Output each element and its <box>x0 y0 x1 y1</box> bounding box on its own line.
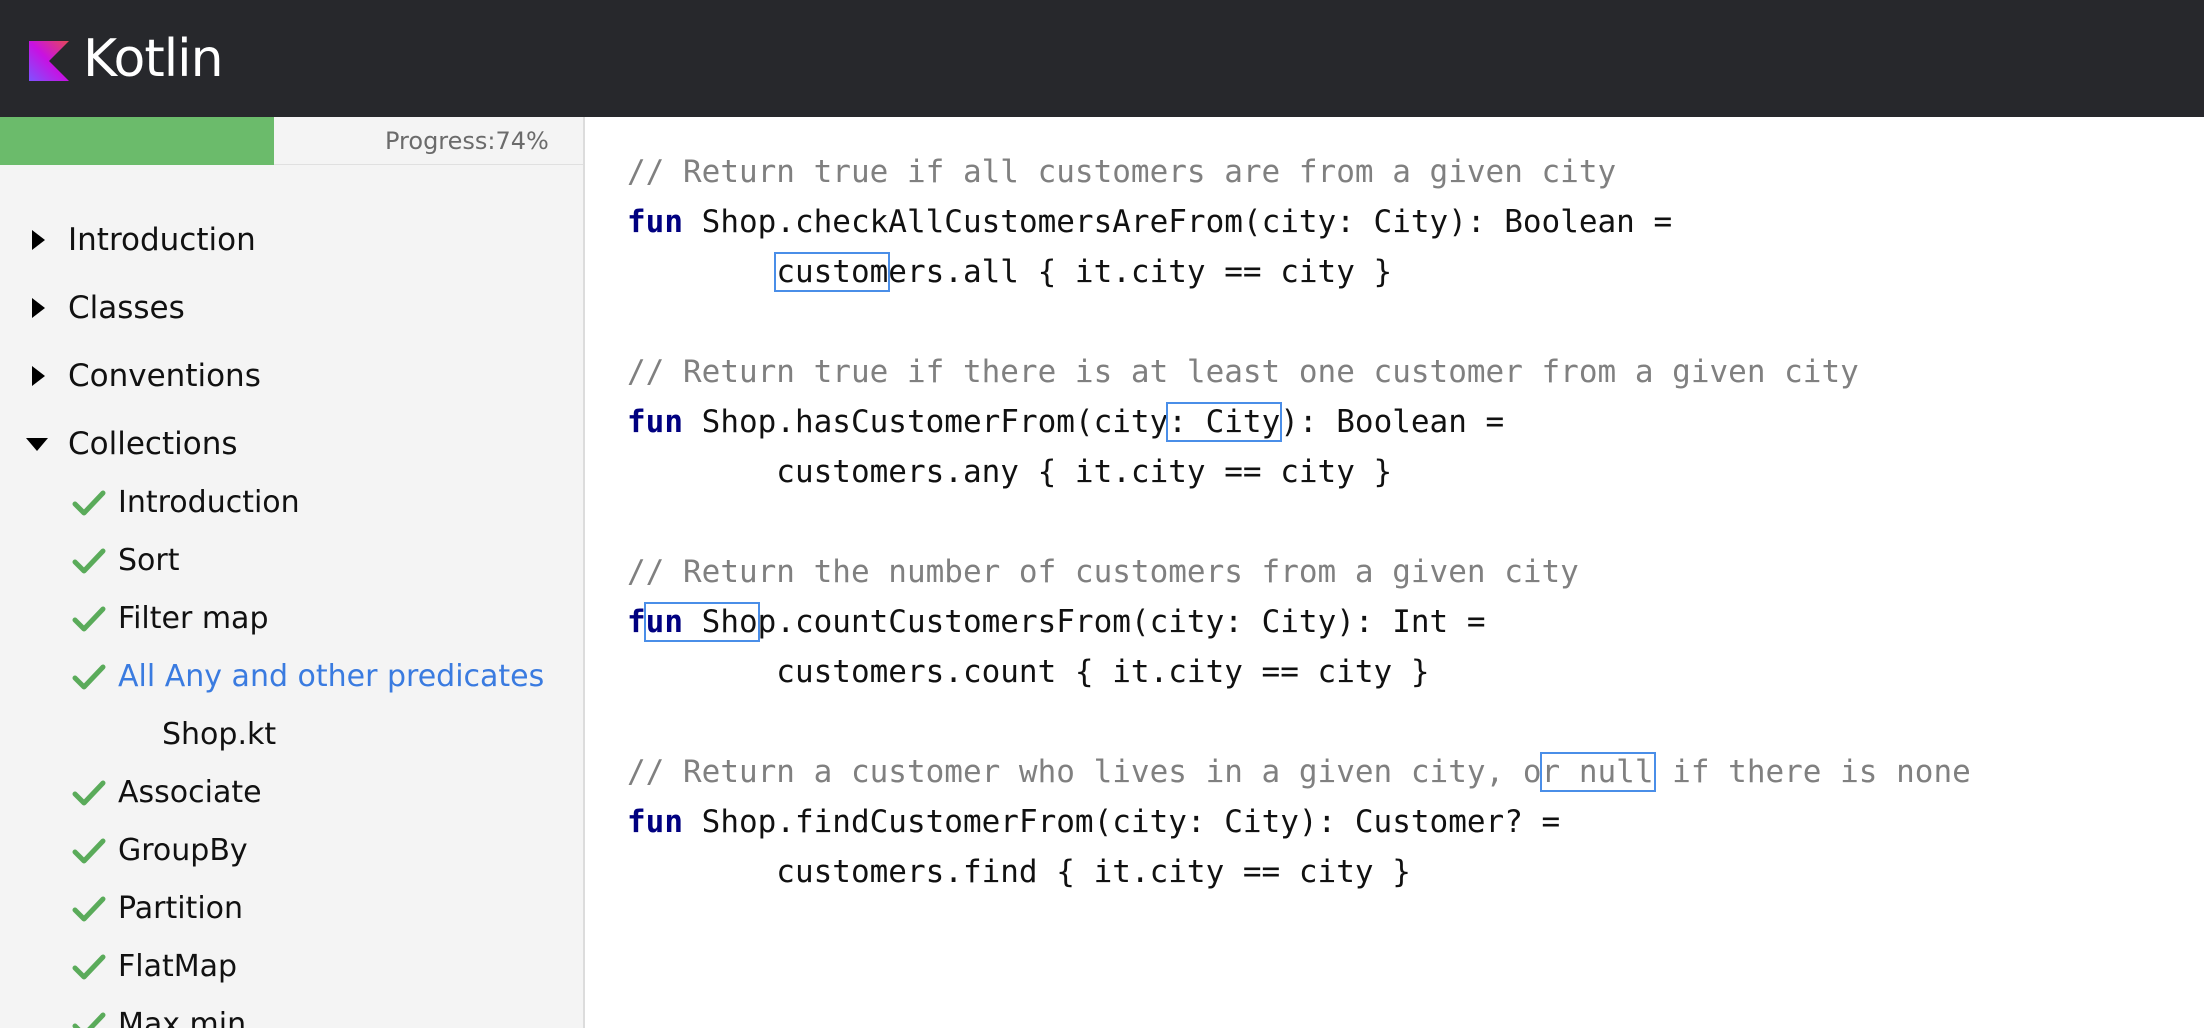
checkmark-icon <box>72 1012 106 1028</box>
code-line: fun Shop.checkAllCustomersAreFrom(city: … <box>627 200 1672 244</box>
highlighted-token[interactable]: r null <box>1539 752 1656 792</box>
code-signature: p.countCustomersFrom(city: City): Int = <box>757 604 1486 640</box>
code-signature: ): Boolean = <box>1280 404 1505 440</box>
code-keyword: fun <box>627 204 683 240</box>
checkmark-icon <box>72 664 106 690</box>
sidebar-item-label: GroupBy <box>118 833 248 868</box>
section-label: Classes <box>68 290 185 326</box>
sidebar-item-filter-map[interactable]: Filter map <box>0 591 583 647</box>
sidebar-file-shop-kt[interactable]: Shop.kt <box>0 707 583 763</box>
sidebar-section-conventions[interactable]: Conventions <box>0 346 583 406</box>
checkmark-icon <box>72 954 106 980</box>
checkmark-icon <box>72 606 106 632</box>
sidebar-item-label: FlatMap <box>118 949 238 984</box>
sidebar-item-partition[interactable]: Partition <box>0 881 583 937</box>
sidebar-item-label: Partition <box>118 891 244 926</box>
sidebar: Progress:74% Introduction Classes Conven… <box>0 117 585 1028</box>
highlighted-token[interactable]: custom <box>774 252 891 292</box>
progress-value: 74% <box>495 127 549 155</box>
code-body: ers.all { it.city == city } <box>888 254 1393 290</box>
code-keyword: fun <box>627 804 683 840</box>
code-line: fun Shop.findCustomerFrom(city: City): C… <box>627 800 1560 844</box>
progress-fill <box>0 117 274 165</box>
section-label: Introduction <box>68 222 256 258</box>
sidebar-item-flatmap[interactable]: FlatMap <box>0 939 583 995</box>
code-line: // Return the number of customers from a… <box>627 550 1579 594</box>
progress-label-text: Progress: <box>385 127 496 155</box>
code-signature: Shop.checkAllCustomersAreFrom(city: City… <box>683 204 1673 240</box>
code-comment: if there is none <box>1653 754 1971 790</box>
sidebar-item-sort[interactable]: Sort <box>0 533 583 589</box>
checkmark-icon <box>72 780 106 806</box>
code-line: customers.find { it.city == city } <box>627 850 1411 894</box>
section-label: Conventions <box>68 358 261 394</box>
code-line: customers.count { it.city == city } <box>627 650 1430 694</box>
code-comment: // Return the number of customers from a… <box>627 554 1579 590</box>
sidebar-item-associate[interactable]: Associate <box>0 765 583 821</box>
code-line: customers.any { it.city == city } <box>627 450 1392 494</box>
sidebar-item-groupby[interactable]: GroupBy <box>0 823 583 879</box>
sidebar-item-label: Max min <box>118 1007 247 1028</box>
brand-name[interactable]: Kotlin <box>83 29 224 89</box>
code-comment: // Return true if there is at least one … <box>627 354 1859 390</box>
code-comment: // Return a customer who lives in a give… <box>627 754 1542 790</box>
sidebar-item-label: Associate <box>118 775 262 810</box>
triangle-down-icon <box>26 437 48 451</box>
triangle-right-icon <box>32 230 45 250</box>
sidebar-item-label: Sort <box>118 543 180 578</box>
code-signature: Shop.hasCustomerFrom(city <box>683 404 1169 440</box>
sidebar-section-collections[interactable]: Collections <box>0 414 583 474</box>
sidebar-item-label: All Any and other predicates <box>118 659 545 694</box>
code-line: fun Shop.hasCustomerFrom(city: City): Bo… <box>627 400 1504 444</box>
checkmark-icon <box>72 490 106 516</box>
sidebar-item-introduction[interactable]: Introduction <box>0 475 583 531</box>
sidebar-section-classes[interactable]: Classes <box>0 278 583 338</box>
code-keyword: fun <box>627 404 683 440</box>
code-line: // Return true if there is at least one … <box>627 350 1859 394</box>
sidebar-item-max-min[interactable]: Max min <box>0 997 583 1028</box>
code-body: customers.any { it.city == city } <box>627 454 1393 490</box>
sidebar-item-label: Filter map <box>118 601 269 636</box>
code-body: customers.find { it.city == city } <box>627 854 1411 890</box>
kotlin-logo-icon[interactable] <box>29 40 69 81</box>
highlighted-token[interactable]: un Sho <box>643 602 760 642</box>
triangle-right-icon <box>32 298 45 318</box>
code-body: customers.count { it.city == city } <box>627 654 1430 690</box>
section-label: Collections <box>68 426 238 462</box>
top-header: Kotlin <box>0 0 2204 117</box>
code-keyword: un <box>645 604 683 640</box>
code-line: // Return true if all customers are from… <box>627 150 1616 194</box>
code-keyword: f <box>627 604 646 640</box>
checkmark-icon <box>72 838 106 864</box>
checkmark-icon <box>72 548 106 574</box>
code-line: fun Shop.countCustomersFrom(city: City):… <box>627 600 1486 644</box>
highlighted-token[interactable]: : City <box>1166 402 1283 442</box>
code-comment: // Return true if all customers are from… <box>627 154 1617 190</box>
progress-label: Progress:74% <box>385 117 549 165</box>
checkmark-icon <box>72 896 106 922</box>
triangle-right-icon <box>32 366 45 386</box>
code-signature: Shop.findCustomerFrom(city: City): Custo… <box>683 804 1561 840</box>
code-signature: Sho <box>683 604 758 640</box>
progress-bar: Progress:74% <box>0 117 583 165</box>
code-line: // Return a customer who lives in a give… <box>627 750 1971 794</box>
sidebar-item-label: Introduction <box>118 485 300 520</box>
sidebar-section-introduction[interactable]: Introduction <box>0 210 583 270</box>
file-label: Shop.kt <box>162 717 277 752</box>
sidebar-item-all-any-predicates[interactable]: All Any and other predicates <box>0 649 583 705</box>
code-line: customers.all { it.city == city } <box>627 250 1392 294</box>
